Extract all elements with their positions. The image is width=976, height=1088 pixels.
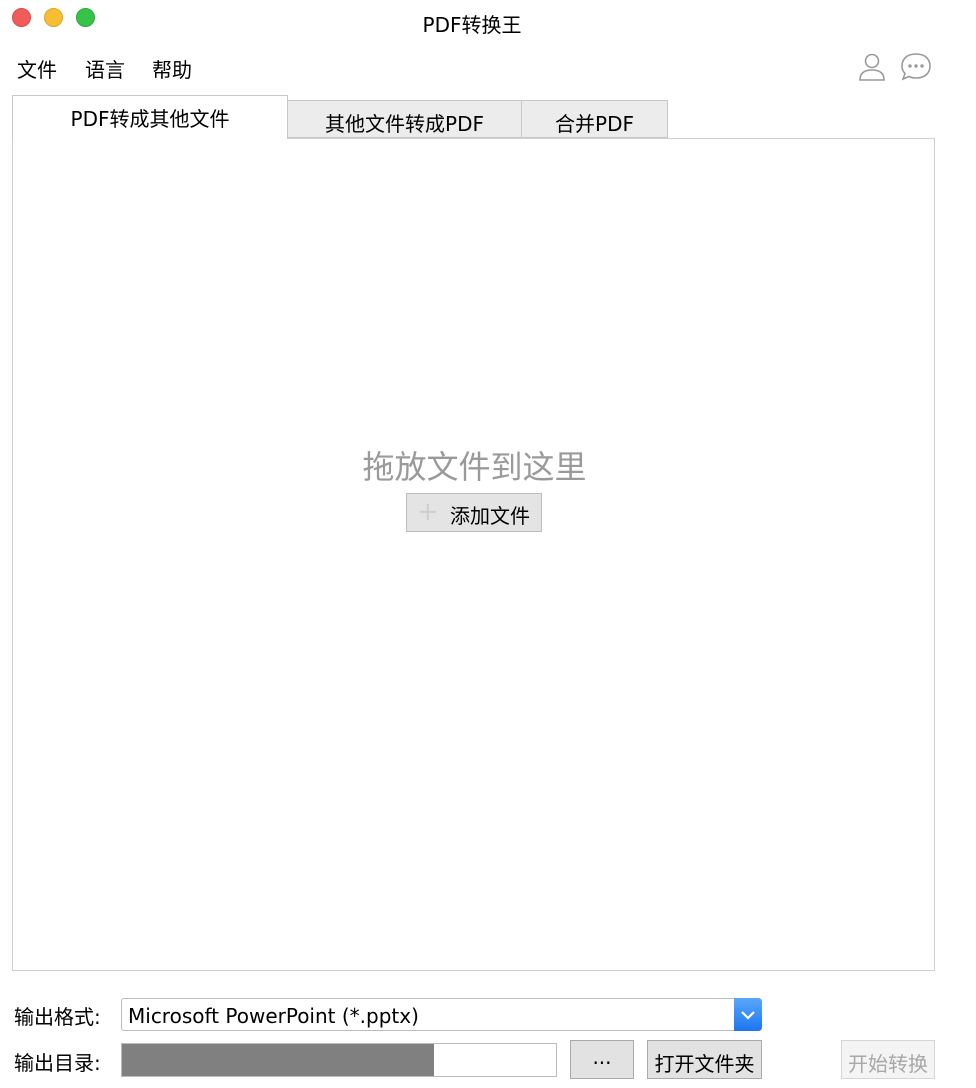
chat-icon[interactable] <box>899 50 933 84</box>
window-title: PDF转换王 <box>422 13 522 37</box>
add-file-button[interactable]: + 添加文件 <box>406 493 542 532</box>
tab-merge-pdf[interactable]: 合并PDF <box>521 100 668 138</box>
tab-other-to-pdf[interactable]: 其他文件转成PDF <box>287 100 522 138</box>
menu-file[interactable]: 文件 <box>17 54 57 83</box>
open-folder-button[interactable]: 打开文件夹 <box>647 1040 762 1079</box>
browse-button[interactable]: ... <box>570 1040 634 1079</box>
tab-pdf-to-other[interactable]: PDF转成其他文件 <box>12 95 288 139</box>
output-format-select[interactable]: Microsoft PowerPoint (*.pptx) <box>121 998 762 1031</box>
output-format-value: Microsoft PowerPoint (*.pptx) <box>128 1004 419 1028</box>
start-convert-button[interactable]: 开始转换 <box>841 1040 935 1079</box>
menu-language[interactable]: 语言 <box>85 54 125 83</box>
output-dir-label: 输出目录: <box>14 1051 101 1075</box>
menu-help[interactable]: 帮助 <box>152 54 192 83</box>
menu-bar: 文件 语言 帮助 <box>0 50 976 84</box>
add-file-label: 添加文件 <box>450 504 530 528</box>
title-bar: PDF转换王 <box>0 0 976 44</box>
drop-hint: 拖放文件到这里 <box>362 448 587 486</box>
chevron-down-icon[interactable] <box>734 998 762 1031</box>
output-dir-field[interactable] <box>121 1043 557 1077</box>
user-icon[interactable] <box>855 50 889 84</box>
output-format-label: 输出格式: <box>14 1005 101 1029</box>
drop-zone[interactable]: 拖放文件到这里 + 添加文件 <box>12 138 935 971</box>
plus-icon: + <box>417 497 439 527</box>
output-dir-fill <box>122 1044 435 1076</box>
